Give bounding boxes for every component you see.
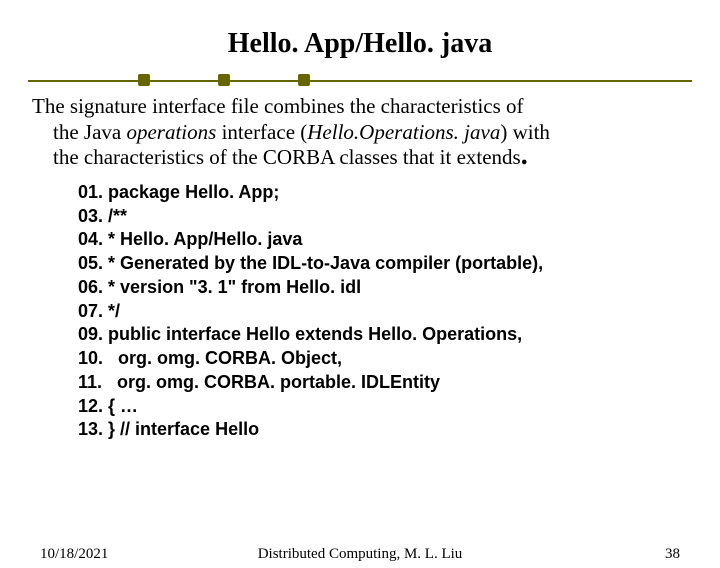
code-line: 05. * Generated by the IDL-to-Java compi…: [78, 252, 690, 276]
code-line: 04. * Hello. App/Hello. java: [78, 228, 690, 252]
code-line: 12. { …: [78, 395, 690, 419]
footer-page-number: 38: [665, 546, 680, 563]
divider-dot-icon: [138, 74, 150, 86]
code-line: 03. /**: [78, 205, 690, 229]
slide-title: Hello. App/Hello. java: [0, 28, 720, 60]
code-line: 11. org. omg. CORBA. portable. IDLEntity: [78, 371, 690, 395]
paragraph-period: .: [521, 140, 528, 171]
title-divider: [28, 72, 692, 90]
body-paragraph: The signature interface file combines th…: [32, 94, 688, 171]
code-line: 07. */: [78, 300, 690, 324]
divider-dot-icon: [218, 74, 230, 86]
paragraph-text: the characteristics of the CORBA classes…: [53, 145, 521, 169]
paragraph-text: interface (: [216, 120, 307, 144]
code-block: 01. package Hello. App; 03. /** 04. * He…: [78, 181, 690, 442]
divider-line: [28, 80, 692, 82]
paragraph-italic: operations: [126, 120, 216, 144]
code-line: 13. } // interface Hello: [78, 418, 690, 442]
code-line: 06. * version "3. 1" from Hello. idl: [78, 276, 690, 300]
divider-dot-icon: [298, 74, 310, 86]
footer-center: Distributed Computing, M. L. Liu: [0, 546, 720, 563]
paragraph-text: the Java: [53, 120, 126, 144]
code-line: 09. public interface Hello extends Hello…: [78, 323, 690, 347]
paragraph-line: The signature interface file combines th…: [32, 94, 524, 118]
paragraph-italic: Hello.Operations. java: [307, 120, 500, 144]
slide: Hello. App/Hello. java The signature int…: [0, 28, 720, 568]
code-line: 10. org. omg. CORBA. Object,: [78, 347, 690, 371]
code-line: 01. package Hello. App;: [78, 181, 690, 205]
